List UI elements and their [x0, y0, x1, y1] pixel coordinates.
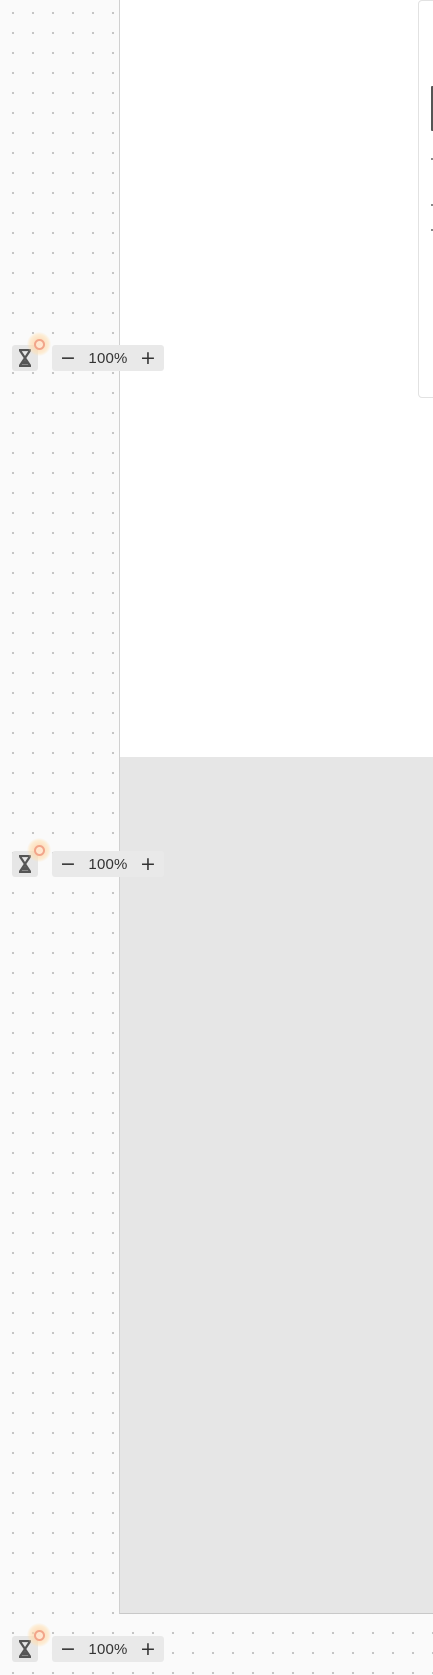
- zoom-out-button[interactable]: −: [58, 853, 78, 875]
- canvas-panel: [119, 0, 433, 1614]
- zoom-in-button[interactable]: +: [138, 1638, 158, 1660]
- zoom-control: − 100% +: [12, 1623, 164, 1663]
- zoom-group: − 100% +: [52, 1636, 164, 1662]
- zoom-out-button[interactable]: −: [58, 1638, 78, 1660]
- canvas-shaded-area: [120, 757, 433, 1613]
- zoom-level[interactable]: 100%: [88, 1641, 127, 1658]
- timer-button[interactable]: [12, 838, 51, 877]
- overlay-card: [418, 0, 433, 398]
- zoom-control: − 100% +: [12, 332, 164, 372]
- zoom-group: − 100% +: [52, 345, 164, 371]
- pulse-indicator: [27, 838, 51, 862]
- pulse-indicator: [27, 332, 51, 356]
- pulse-indicator: [27, 1623, 51, 1647]
- zoom-in-button[interactable]: +: [138, 347, 158, 369]
- timer-button[interactable]: [12, 332, 51, 371]
- timer-button[interactable]: [12, 1623, 51, 1662]
- zoom-control: − 100% +: [12, 838, 164, 878]
- zoom-level[interactable]: 100%: [88, 856, 127, 873]
- zoom-out-button[interactable]: −: [58, 347, 78, 369]
- zoom-level[interactable]: 100%: [88, 350, 127, 367]
- zoom-group: − 100% +: [52, 851, 164, 877]
- zoom-in-button[interactable]: +: [138, 853, 158, 875]
